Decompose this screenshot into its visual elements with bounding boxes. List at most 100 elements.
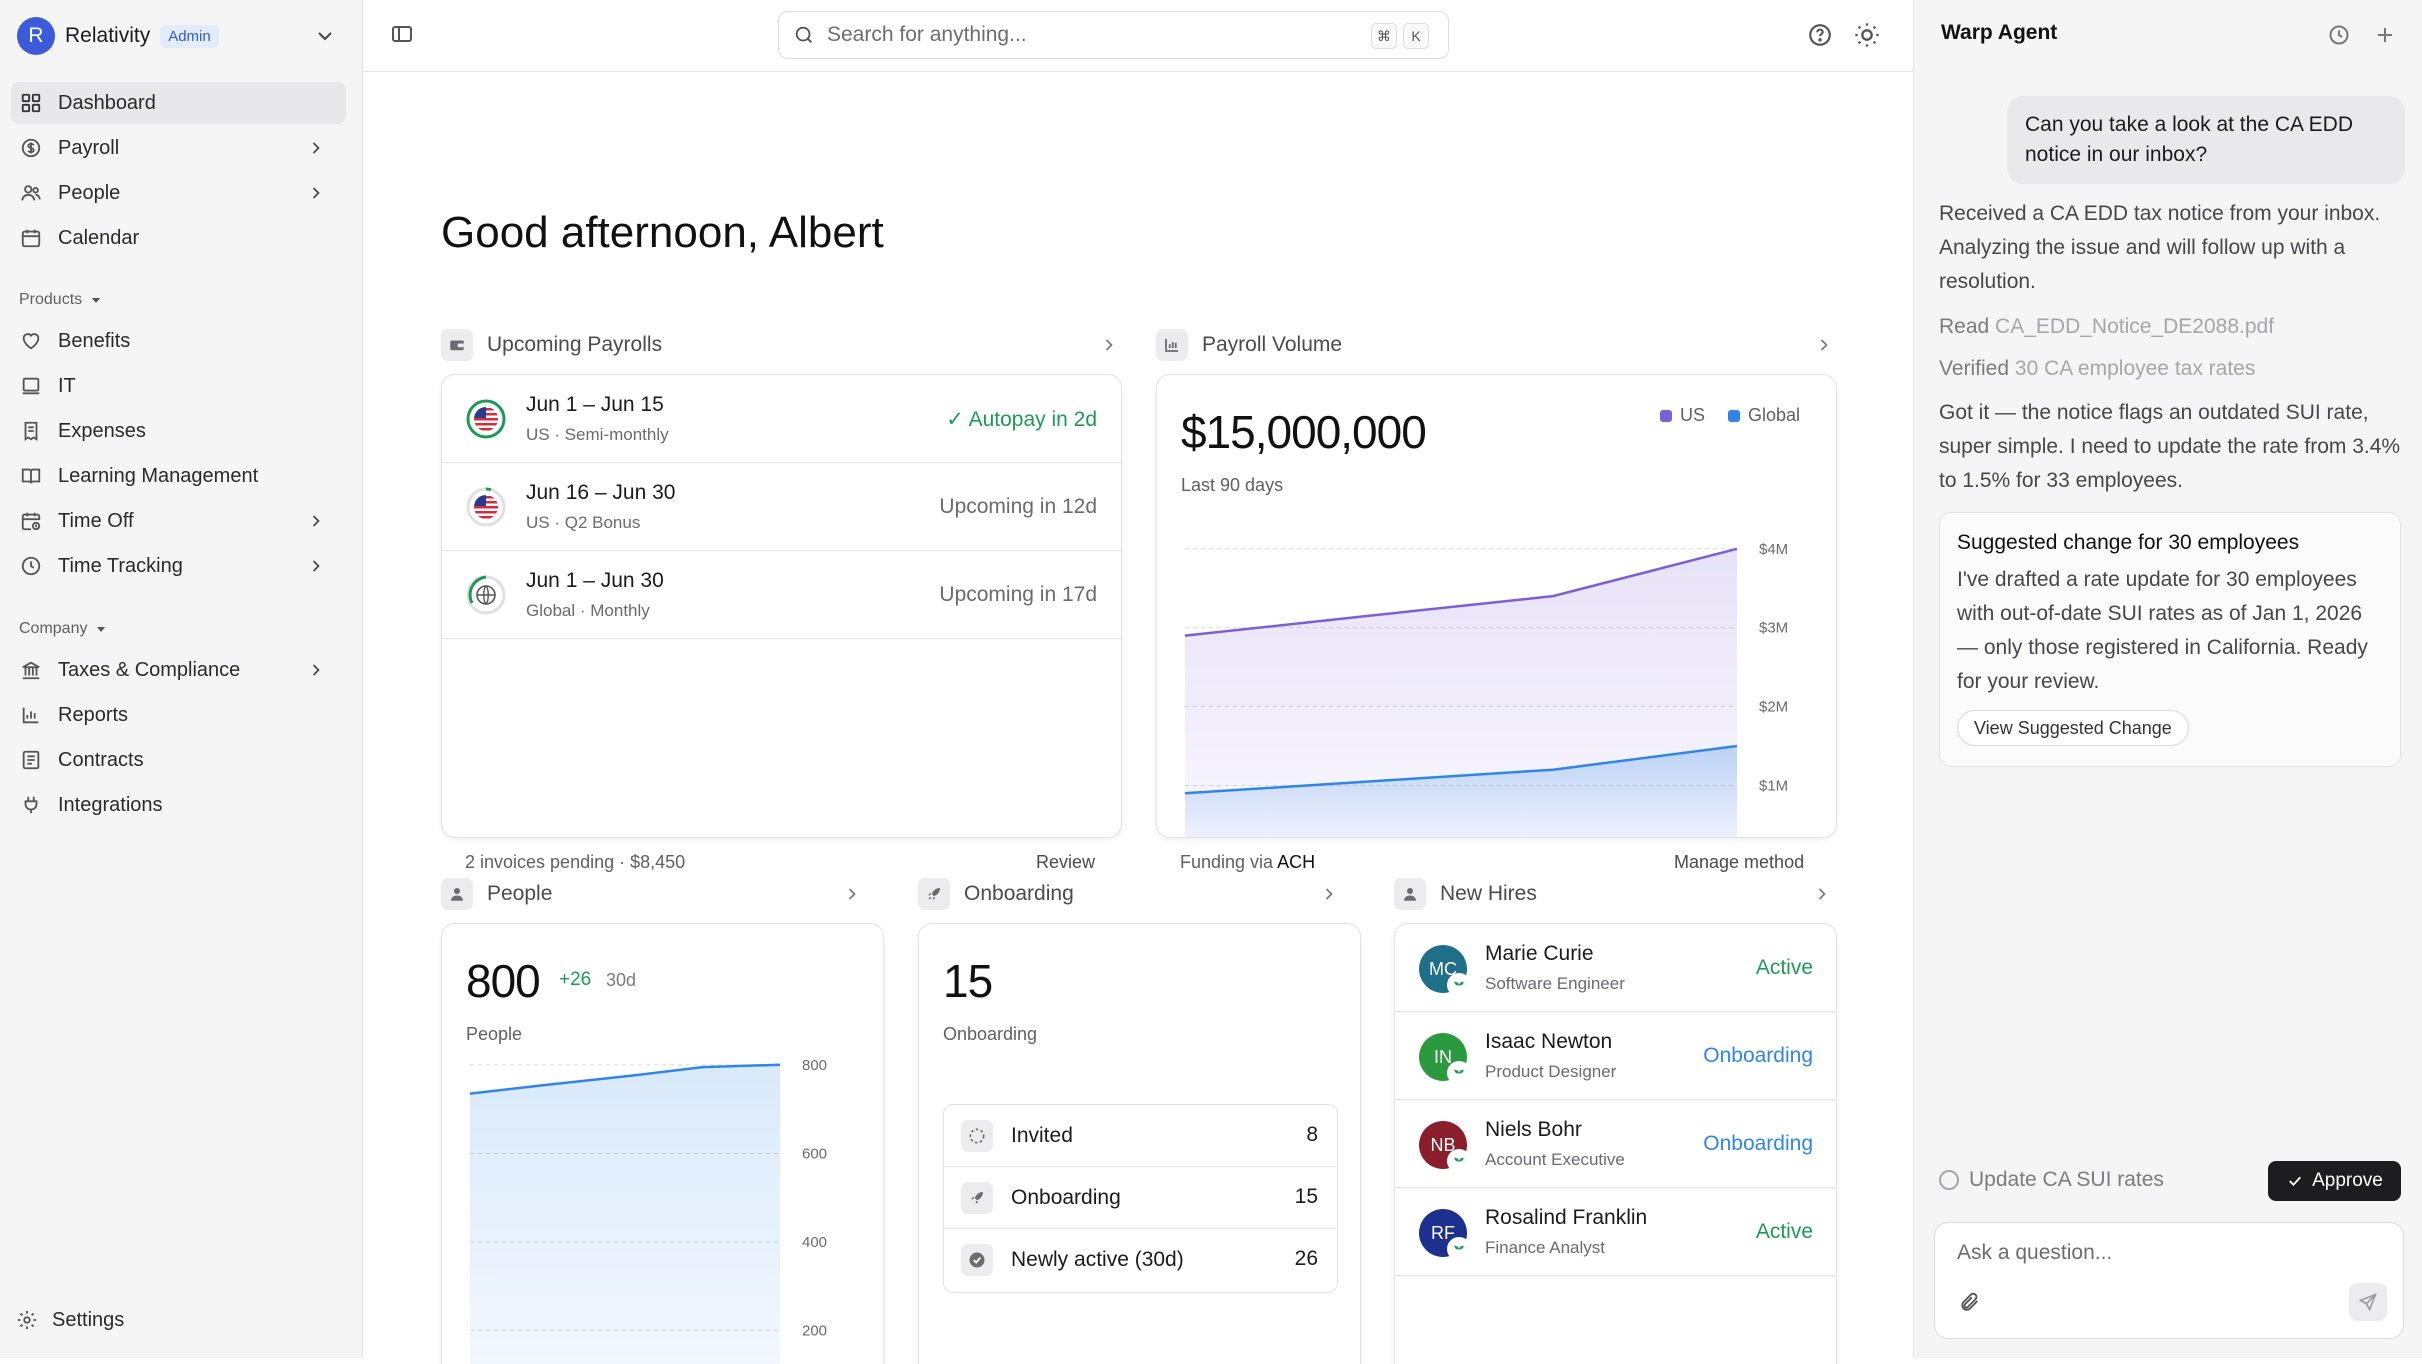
new-hires-header[interactable]: New Hires (1394, 878, 1836, 910)
avatar: IN (1419, 1033, 1471, 1085)
products-section-toggle[interactable]: Products (19, 291, 102, 309)
chevron-right-icon (842, 884, 862, 904)
approve-label: Approve (2312, 1170, 2383, 1191)
step-object[interactable]: CA_EDD_Notice_DE2088.pdf (1995, 315, 2274, 338)
sidebar-item-expenses[interactable]: Expenses (11, 410, 346, 452)
payroll-row[interactable]: Jun 1 – Jun 15 US · Semi-monthly ✓ Autop… (442, 375, 1121, 463)
new-hire-row[interactable]: MC Marie Curie Software Engineer Active (1395, 924, 1836, 1012)
payroll-detail: Global · Monthly (526, 601, 650, 620)
settings-link[interactable]: Settings (14, 1307, 124, 1333)
sidebar-toggle-icon[interactable] (390, 22, 414, 46)
paperclip-icon[interactable] (1959, 1291, 1981, 1313)
sidebar-item-dashboard[interactable]: Dashboard (11, 82, 346, 124)
payroll-row[interactable]: Jun 16 – Jun 30 US · Q2 Bonus Upcoming i… (442, 463, 1121, 551)
sidebar-item-label: Payroll (58, 136, 120, 159)
row-label: Newly active (30d) (1011, 1248, 1184, 1271)
chevron-right-icon (1099, 335, 1119, 355)
sprout-icon (1447, 1061, 1471, 1085)
sun-icon[interactable] (1853, 21, 1881, 49)
card-title: New Hires (1440, 882, 1537, 905)
funding-prefix: Funding via (1180, 852, 1274, 872)
company-section-toggle[interactable]: Company (19, 620, 107, 638)
person-icon (441, 878, 473, 910)
chevron-right-icon (1814, 335, 1834, 355)
plus-icon[interactable] (2373, 23, 2397, 47)
approve-button[interactable]: Approve (2268, 1161, 2401, 1201)
search-input[interactable] (827, 23, 1347, 47)
funding-method: ACH (1277, 852, 1316, 872)
manage-method-link[interactable]: Manage method (1674, 852, 1804, 873)
card-title: Onboarding (964, 882, 1074, 905)
sidebar-item-people[interactable]: People (11, 172, 346, 214)
chevron-right-icon (306, 511, 326, 531)
dollar-circle-icon (18, 135, 44, 161)
sprout-icon (1447, 1149, 1471, 1173)
sidebar-item-time-tracking[interactable]: Time Tracking (11, 545, 346, 587)
hire-role: Product Designer (1485, 1062, 1617, 1081)
task-label: Update CA SUI rates (1969, 1168, 2164, 1191)
workspace-name: Relativity (65, 24, 151, 47)
sprout-icon (1447, 1237, 1471, 1261)
sidebar-item-taxes-compliance[interactable]: Taxes & Compliance (11, 649, 346, 691)
payroll-status: ✓ Autopay in 2d (946, 408, 1097, 431)
sidebar-item-label: Expenses (58, 419, 146, 442)
payroll-period: Jun 1 – Jun 30 (526, 569, 664, 592)
task-item[interactable]: Update CA SUI rates (1939, 1168, 2164, 1192)
sidebar: R Relativity Admin Dashboard Payroll Peo… (0, 0, 363, 1358)
sidebar-item-payroll[interactable]: Payroll (11, 127, 346, 169)
payroll-row[interactable]: Jun 1 – Jun 30 Global · Monthly Upcoming… (442, 551, 1121, 639)
upcoming-payrolls-header[interactable]: Upcoming Payrolls (441, 329, 1121, 361)
y-tick-label: $2M (1759, 699, 1788, 716)
task-checkbox[interactable] (1939, 1170, 1959, 1190)
payroll-volume-header[interactable]: Payroll Volume (1156, 329, 1836, 361)
sidebar-item-reports[interactable]: Reports (11, 694, 346, 736)
help-icon[interactable] (1807, 22, 1833, 48)
onboarding-row[interactable]: Invited 8 (943, 1105, 1336, 1167)
section-label: Products (19, 291, 83, 308)
new-hire-row[interactable]: IN Isaac Newton Product Designer Onboard… (1395, 1012, 1836, 1100)
sidebar-item-time-off[interactable]: Time Off (11, 500, 346, 542)
row-label: Onboarding (1011, 1185, 1121, 1209)
view-suggested-change-button[interactable]: View Suggested Change (1957, 710, 2189, 746)
main-content: Good afternoon, Albert Upcoming Payrolls… (363, 72, 1913, 1364)
workspace-switcher[interactable]: R Relativity Admin (17, 17, 337, 55)
history-icon[interactable] (2327, 23, 2351, 47)
sidebar-item-contracts[interactable]: Contracts (11, 739, 346, 781)
new-hire-row[interactable]: NB Niels Bohr Account Executive Onboardi… (1395, 1100, 1836, 1188)
receipt-icon (18, 418, 44, 444)
avatar: RF (1419, 1209, 1471, 1261)
chevron-right-icon (1319, 884, 1339, 904)
ask-input[interactable] (1957, 1241, 2377, 1265)
sidebar-item-label: IT (58, 374, 76, 397)
hire-status: Onboarding (1703, 1044, 1813, 1067)
sidebar-item-label: Contracts (58, 748, 144, 771)
review-link[interactable]: Review (1036, 852, 1095, 873)
top-bar: ⌘ K (363, 0, 1913, 72)
sidebar-item-learning-management[interactable]: Learning Management (11, 455, 346, 497)
sidebar-item-it[interactable]: IT (11, 365, 346, 407)
payroll-volume-card: $15,000,000 Last 90 days US Global $4M $3… (1156, 374, 1837, 838)
sidebar-item-benefits[interactable]: Benefits (11, 320, 346, 362)
onboarding-label: Onboarding (943, 1024, 1038, 1044)
onboarding-row[interactable]: Newly active (30d) 26 (943, 1229, 1336, 1291)
search-bar[interactable]: ⌘ K (778, 11, 1449, 59)
sidebar-item-calendar[interactable]: Calendar (11, 217, 346, 259)
user-message: Can you take a look at the CA EDD notice… (2007, 96, 2405, 184)
bar-chart-icon (1156, 329, 1188, 361)
app-root: R Relativity Admin Dashboard Payroll Peo… (0, 0, 2422, 1364)
book-icon (18, 463, 44, 489)
onboarding-row[interactable]: Onboarding 15 (943, 1167, 1336, 1229)
hire-role: Finance Analyst (1485, 1238, 1606, 1257)
new-hires-card: MC Marie Curie Software Engineer Active … (1394, 923, 1837, 1364)
new-hire-row[interactable]: RF Rosalind Franklin Finance Analyst Act… (1395, 1188, 1836, 1276)
hire-name: Isaac Newton (1485, 1030, 1613, 1053)
send-button[interactable] (2349, 1283, 2387, 1321)
y-tick-label: 400 (802, 1234, 827, 1251)
people-header[interactable]: People (441, 878, 866, 910)
suggested-change-card: Suggested change for 30 employees I've d… (1939, 512, 2401, 767)
sidebar-item-integrations[interactable]: Integrations (11, 784, 346, 826)
onboarding-header[interactable]: Onboarding (918, 878, 1343, 910)
suggestion-body: I've drafted a rate update for 30 employ… (1957, 568, 2368, 693)
chevron-right-icon (306, 183, 326, 203)
step-verb: Verified (1939, 357, 2010, 380)
